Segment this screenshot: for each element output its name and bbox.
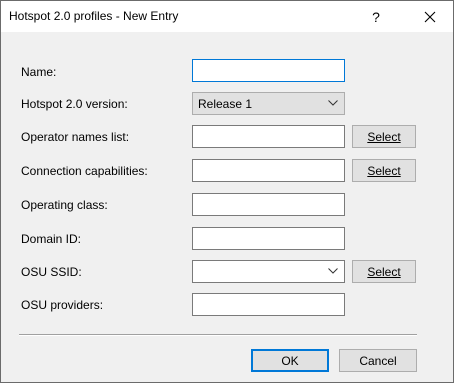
osu-ssid-select-label: Select bbox=[367, 264, 401, 279]
dialog-window: Hotspot 2.0 profiles - New Entry ? Name:… bbox=[0, 0, 454, 383]
title-bar: Hotspot 2.0 profiles - New Entry ? bbox=[1, 1, 453, 32]
chevron-down-icon bbox=[328, 100, 338, 106]
connection-capabilities-select-label: Select bbox=[367, 163, 401, 178]
window-title: Hotspot 2.0 profiles - New Entry bbox=[9, 9, 179, 23]
ok-button[interactable]: OK bbox=[251, 349, 329, 372]
close-icon bbox=[424, 11, 436, 22]
connection-capabilities-select-button[interactable]: Select bbox=[352, 159, 416, 182]
help-button[interactable]: ? bbox=[353, 1, 399, 32]
connection-capabilities-label: Connection capabilities: bbox=[21, 164, 148, 178]
operator-names-label: Operator names list: bbox=[21, 130, 130, 144]
operator-names-select-button[interactable]: Select bbox=[352, 125, 416, 148]
domain-id-input[interactable] bbox=[192, 227, 345, 250]
operator-names-select-label: Select bbox=[367, 129, 401, 144]
osu-ssid-combobox[interactable] bbox=[192, 260, 345, 283]
version-select[interactable]: Release 1 bbox=[192, 92, 345, 115]
osu-providers-input[interactable] bbox=[192, 293, 345, 316]
cancel-button[interactable]: Cancel bbox=[339, 349, 417, 372]
operating-class-input[interactable] bbox=[192, 193, 345, 216]
domain-id-label: Domain ID: bbox=[21, 232, 82, 246]
chevron-down-icon[interactable] bbox=[328, 268, 338, 274]
operating-class-label: Operating class: bbox=[21, 198, 108, 212]
footer-separator bbox=[19, 334, 417, 336]
connection-capabilities-input[interactable] bbox=[192, 159, 345, 182]
osu-ssid-label: OSU SSID: bbox=[21, 265, 82, 279]
name-input[interactable] bbox=[192, 59, 345, 82]
name-label: Name: bbox=[21, 65, 57, 79]
close-button[interactable] bbox=[407, 1, 453, 32]
osu-providers-label: OSU providers: bbox=[21, 298, 104, 312]
operator-names-input[interactable] bbox=[192, 125, 345, 148]
osu-ssid-select-button[interactable]: Select bbox=[352, 260, 416, 283]
version-label: Hotspot 2.0 version: bbox=[21, 97, 128, 111]
version-selected-value: Release 1 bbox=[198, 97, 253, 111]
